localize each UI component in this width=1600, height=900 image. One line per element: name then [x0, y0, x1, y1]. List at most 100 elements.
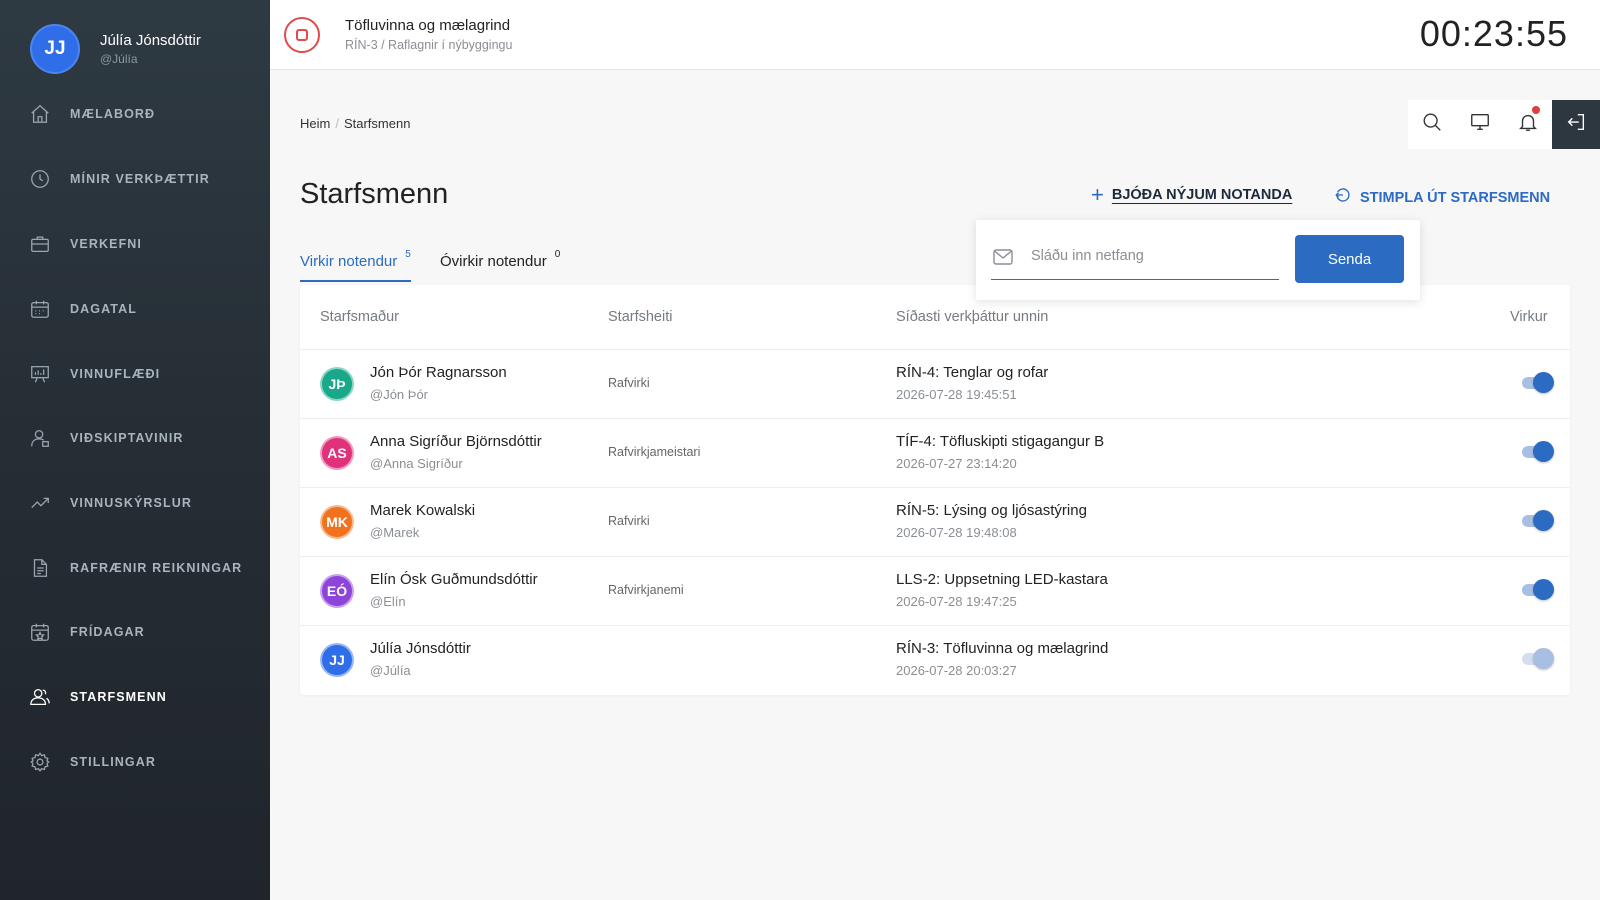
column-header-active[interactable]: Virkur [1510, 309, 1548, 325]
sidebar-item-label: FRÍDAGAR [70, 625, 145, 639]
avatar: AS [320, 436, 354, 470]
employee-job-title: Rafvirki [608, 376, 650, 390]
sidebar-item-label: VIÐSKIPTAVINIR [70, 431, 184, 445]
last-task: RÍN-5: Lýsing og ljósastýring [896, 502, 1087, 519]
employee-name: Jón Þór Ragnarsson [370, 364, 507, 381]
employee-handle: @Marek [370, 525, 420, 540]
last-task-time: 2026-07-28 19:48:08 [896, 525, 1017, 540]
calendar-icon [28, 297, 52, 321]
user-name: Júlía Jónsdóttir [100, 32, 201, 49]
sidebar-item-my-tasks[interactable]: MÍNIR VERKÞÆTTIR [28, 165, 210, 193]
clock-icon [28, 167, 52, 191]
sidebar-item-label: VINNUSKÝRSLUR [70, 496, 192, 510]
stop-timer-button[interactable] [284, 17, 320, 53]
users-icon [28, 685, 52, 709]
avatar: EÓ [320, 574, 354, 608]
tab-count: 5 [405, 249, 411, 260]
invite-user-label: BJÓÐA NÝJUM NOTANDA [1111, 187, 1293, 203]
sidebar-item-label: VERKEFNI [70, 237, 143, 251]
active-toggle[interactable] [1522, 441, 1554, 463]
sidebar-item-label: DAGATAL [70, 302, 137, 316]
last-task: RÍN-3: Töfluvinna og mælagrind [896, 640, 1109, 657]
sidebar-item-holidays[interactable]: FRÍDAGAR [28, 618, 145, 646]
breadcrumb-separator: / [335, 116, 339, 131]
sidebar-item-label: STARFSMENN [70, 690, 167, 704]
briefcase-icon [28, 232, 52, 256]
breadcrumb: Heim / Starfsmenn [300, 116, 410, 131]
active-toggle[interactable] [1522, 510, 1554, 532]
toolbar [1408, 100, 1600, 149]
sidebar-item-label: STILLINGAR [70, 755, 156, 769]
trend-icon [28, 491, 52, 515]
table-row[interactable]: JÞ Jón Þór Ragnarsson @Jón Þór Rafvirki … [300, 349, 1570, 418]
breadcrumb-current: Starfsmenn [343, 116, 411, 131]
email-input[interactable] [1031, 234, 1271, 278]
sidebar-item-invoices[interactable]: RAFRÆNIR REIKNINGAR [28, 554, 242, 582]
notifications-button[interactable] [1504, 100, 1552, 149]
breadcrumb-home[interactable]: Heim [300, 116, 330, 131]
employee-handle: @Elín [370, 594, 406, 609]
employee-job-title: Rafvirkjanemi [608, 583, 684, 597]
sidebar-item-workflow[interactable]: VINNUFLÆÐI [28, 360, 160, 388]
column-header-last-task[interactable]: Síðasti verkþáttur unnin [896, 309, 1048, 325]
avatar: JÞ [320, 367, 354, 401]
search-icon [1421, 111, 1443, 138]
sidebar-item-dashboard[interactable]: MÆLABORÐ [28, 100, 155, 128]
employee-name: Anna Sigríður Björnsdóttir [370, 433, 542, 450]
employee-name: Elín Ósk Guðmundsdóttir [370, 571, 538, 588]
last-task: TÍF-4: Töfluskipti stigagangur B [896, 433, 1105, 450]
tab-label: Virkir notendur [300, 253, 398, 270]
gear-icon [28, 750, 52, 774]
sidebar-item-label: VINNUFLÆÐI [70, 367, 161, 381]
table-row[interactable]: JJ Júlía Jónsdóttir @Júlía RÍN-3: Töfluv… [300, 625, 1570, 694]
current-task-project: RÍN-3 / Raflagnir í nýbyggingu [345, 38, 513, 52]
avatar: MK [320, 505, 354, 539]
send-button[interactable]: Senda [1295, 235, 1404, 283]
invite-popup: Senda [976, 220, 1420, 300]
email-field-wrapper [991, 234, 1279, 280]
top-bar: Töfluvinna og mælagrind RÍN-3 / Raflagni… [270, 0, 1600, 70]
active-toggle[interactable] [1522, 579, 1554, 601]
table-row[interactable]: MK Marek Kowalski @Marek Rafvirki RÍN-5:… [300, 487, 1570, 556]
stop-icon [296, 29, 308, 41]
sidebar-item-projects[interactable]: VERKEFNI [28, 230, 142, 258]
sidebar-item-calendar[interactable]: DAGATAL [28, 295, 137, 323]
search-button[interactable] [1408, 100, 1456, 149]
calendar-star-icon [28, 620, 52, 644]
sidebar-item-settings[interactable]: STILLINGAR [28, 748, 156, 776]
table-row[interactable]: EÓ Elín Ósk Guðmundsdóttir @Elín Rafvirk… [300, 556, 1570, 625]
last-task: RÍN-4: Tenglar og rofar [896, 364, 1049, 381]
plus-icon: + [1091, 182, 1104, 207]
customer-icon [28, 426, 52, 450]
last-task: LLS-2: Uppsetning LED-kastara [896, 571, 1108, 588]
clock-out-label: STIMPLA ÚT STARFSMENN [1360, 189, 1551, 206]
tab-inactive-users[interactable]: Óvirkir notendur 0 [440, 249, 561, 280]
clock-out-employees-button[interactable]: STIMPLA ÚT STARFSMENN [1334, 186, 1550, 209]
logout-button[interactable] [1552, 100, 1600, 149]
avatar: JJ [30, 24, 80, 74]
tab-count: 0 [554, 249, 561, 260]
sidebar-item-label: MÍNIR VERKÞÆTTIR [70, 172, 210, 186]
avatar: JJ [320, 643, 354, 677]
employee-job-title: Rafvirki [608, 514, 650, 528]
sidebar-item-customers[interactable]: VIÐSKIPTAVINIR [28, 424, 184, 452]
active-toggle[interactable] [1522, 372, 1554, 394]
tab-active-users[interactable]: Virkir notendur 5 [300, 249, 411, 282]
active-toggle [1522, 648, 1554, 670]
home-icon [28, 102, 52, 126]
table-row[interactable]: AS Anna Sigríður Björnsdóttir @Anna Sigr… [300, 418, 1570, 487]
sidebar-item-label: MÆLABORÐ [70, 107, 156, 121]
invite-user-button[interactable]: + BJÓÐA NÝJUM NOTANDA [1091, 182, 1293, 207]
employee-name: Marek Kowalski [370, 502, 476, 519]
employee-handle: @Júlía [370, 663, 411, 678]
column-header-job-title[interactable]: Starfsheiti [608, 309, 672, 325]
timer-display: 00:23:55 [1419, 13, 1568, 54]
sidebar-item-employees[interactable]: STARFSMENN [28, 683, 167, 711]
sidebar-item-reports[interactable]: VINNUSKÝRSLUR [28, 489, 192, 517]
presentation-icon [28, 362, 52, 386]
page-title: Starfsmenn [300, 178, 449, 210]
employee-handle: @Jón Þór [370, 387, 428, 402]
column-header-employee[interactable]: Starfsmaður [320, 309, 399, 325]
user-profile[interactable]: JJ Júlía Jónsdóttir @Júlía [30, 24, 201, 74]
display-button[interactable] [1456, 100, 1504, 149]
